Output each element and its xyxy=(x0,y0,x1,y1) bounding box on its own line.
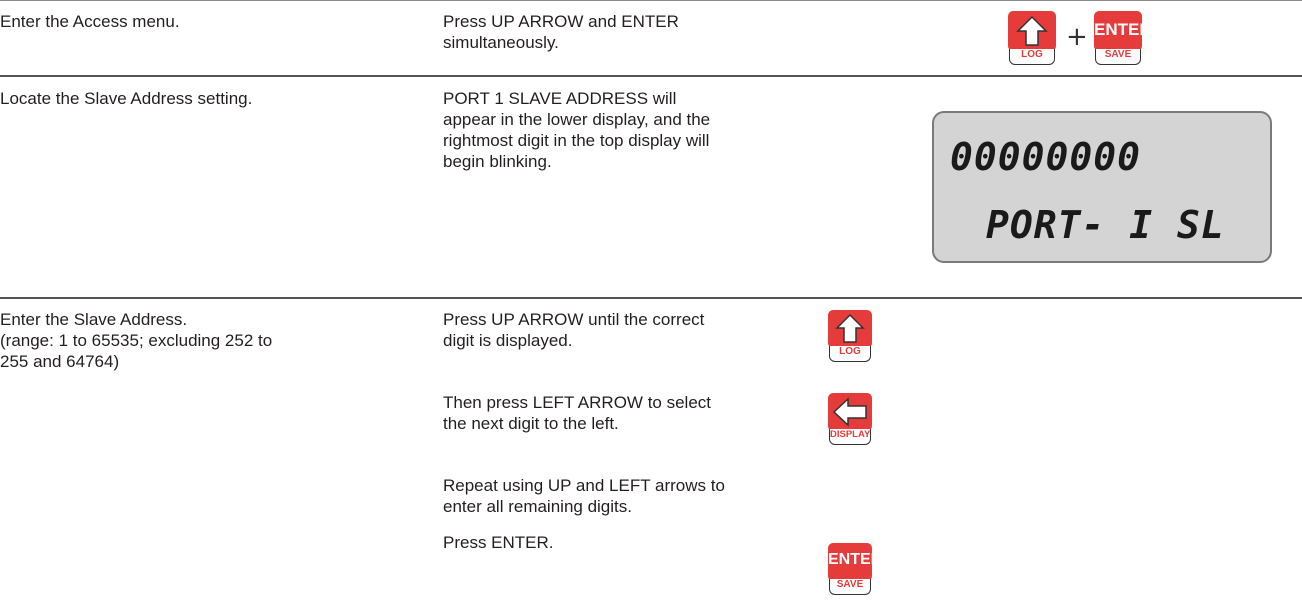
enter-key[interactable]: ENTER SAVE xyxy=(1094,11,1152,65)
row3-action-3: Repeat using UP and LEFT arrows to enter… xyxy=(443,476,725,516)
row2-step: Locate the Slave Address setting. xyxy=(0,89,253,108)
plus-sign: + xyxy=(1066,22,1088,52)
row2-action: PORT 1 SLAVE ADDRESS will appear in the … xyxy=(443,89,711,171)
row-divider-2 xyxy=(0,297,1302,299)
row3-action-2: Then press LEFT ARROW to select the next… xyxy=(443,393,711,433)
save-label: SAVE xyxy=(829,579,871,595)
save-label: SAVE xyxy=(1095,49,1141,65)
enter-key-step[interactable]: ENTER SAVE xyxy=(828,543,883,595)
log-label: LOG xyxy=(829,346,871,362)
left-arrow-icon xyxy=(832,397,867,427)
up-arrow-icon xyxy=(835,313,865,343)
lcd-display: 00000000 PORT- I SL xyxy=(932,111,1272,263)
up-arrow-key[interactable]: LOG xyxy=(1008,11,1056,65)
log-label: LOG xyxy=(1009,49,1055,65)
up-arrow-icon xyxy=(1016,15,1048,46)
row1-action: Press UP ARROW and ENTER simultaneously. xyxy=(443,12,679,52)
up-arrow-key-step[interactable]: LOG xyxy=(828,310,872,362)
enter-label: ENTER xyxy=(828,551,883,568)
row1-step: Enter the Access menu. xyxy=(0,12,180,31)
left-arrow-key[interactable]: DISPLAY xyxy=(828,393,872,445)
display-label: DISPLAY xyxy=(829,429,871,445)
enter-label: ENTER xyxy=(1094,20,1152,39)
lcd-bottom-line: PORT- I SL xyxy=(986,203,1225,247)
row3-action-4: Press ENTER. xyxy=(443,533,554,552)
row-divider-1 xyxy=(0,75,1302,77)
row3-action-1: Press UP ARROW until the correct digit i… xyxy=(443,310,705,350)
lcd-top-line: 00000000 xyxy=(950,135,1142,179)
row3-step: Enter the Slave Address. (range: 1 to 65… xyxy=(0,310,273,371)
top-rule xyxy=(0,0,1302,1)
